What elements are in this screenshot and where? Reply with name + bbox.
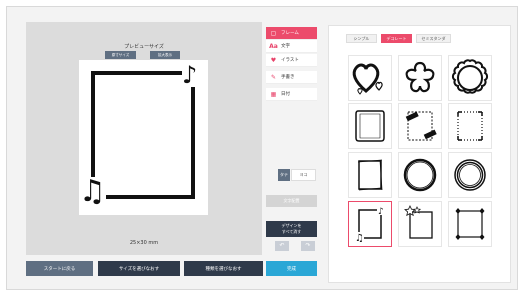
- tab-decorate[interactable]: デコレート: [381, 34, 412, 43]
- music-notes-icon: ♫: [79, 174, 106, 209]
- category-label: 手書き: [281, 75, 295, 80]
- frame-icon: ▢: [270, 29, 277, 37]
- frame-option-dotted[interactable]: [448, 103, 492, 149]
- preview-title: プレビューサイズ: [124, 44, 164, 50]
- frame-option-rings[interactable]: [448, 152, 492, 198]
- zoom-button[interactable]: 拡大表示: [150, 51, 180, 59]
- frame-option-tape[interactable]: [398, 103, 442, 149]
- back-to-start-button[interactable]: スタートに戻る: [26, 261, 93, 276]
- frame-option-music[interactable]: ♪ ♫: [348, 201, 392, 247]
- reset-line-2: すべて消す: [281, 229, 302, 234]
- text-layout-button[interactable]: 文字配置: [266, 195, 317, 207]
- frame-option-sketch[interactable]: [348, 152, 392, 198]
- orientation-horizontal[interactable]: ヨコ: [291, 169, 316, 181]
- frame-grid-panel: シンプル デコレート セミスタンダ ♪ ♫: [328, 25, 511, 283]
- preview-size-label: 25×30 mm: [129, 240, 159, 246]
- category-frame[interactable]: ▢ フレーム: [266, 27, 317, 40]
- frame-option-ornate[interactable]: [348, 103, 392, 149]
- actual-size-button[interactable]: 原寸サイズ: [105, 51, 136, 59]
- reselect-type-button[interactable]: 種類を選びなおす: [184, 261, 263, 276]
- category-text[interactable]: Aa 文字: [266, 40, 317, 53]
- category-label: フレーム: [281, 31, 299, 36]
- category-handwriting[interactable]: ✎ 手書き: [266, 71, 317, 84]
- music-note-icon: ♪: [182, 61, 198, 89]
- calendar-icon: ▦: [270, 90, 277, 98]
- reset-design-button[interactable]: デザインを すべて消す: [266, 221, 317, 237]
- preview-panel: プレビューサイズ 原寸サイズ 拡大表示 ♪ ♫ 25×30 mm: [26, 22, 262, 255]
- frame-option-hearts[interactable]: [348, 55, 392, 101]
- undo-button[interactable]: ↶: [275, 241, 289, 251]
- tab-simple[interactable]: シンプル: [346, 34, 377, 43]
- category-label: イラスト: [281, 58, 299, 63]
- frame-option-diamonds[interactable]: [448, 201, 492, 247]
- reselect-size-button[interactable]: サイズを選びなおす: [98, 261, 180, 276]
- redo-button[interactable]: ↷: [301, 241, 315, 251]
- svg-text:♫: ♫: [355, 233, 364, 244]
- preview-frame: [91, 71, 195, 199]
- tab-semistandard[interactable]: セミスタンダ: [416, 34, 451, 43]
- frame-option-flower[interactable]: [398, 55, 442, 101]
- frame-option-circle[interactable]: [398, 152, 442, 198]
- category-date[interactable]: ▦ 日付: [266, 88, 317, 101]
- category-label: 文字: [281, 44, 290, 49]
- category-illust[interactable]: ♥ イラスト: [266, 54, 317, 67]
- heart-icon: ♥: [270, 56, 277, 64]
- orientation-vertical[interactable]: タテ: [278, 169, 290, 181]
- svg-text:♪: ♪: [378, 207, 384, 217]
- category-label: 日付: [281, 92, 290, 97]
- pen-icon: ✎: [270, 73, 277, 81]
- frame-option-scalloped[interactable]: [448, 55, 492, 101]
- complete-button[interactable]: 完成: [266, 261, 317, 276]
- preview-canvas[interactable]: ♪ ♫: [79, 60, 208, 215]
- text-icon: Aa: [269, 42, 278, 50]
- frame-option-stars[interactable]: [398, 201, 442, 247]
